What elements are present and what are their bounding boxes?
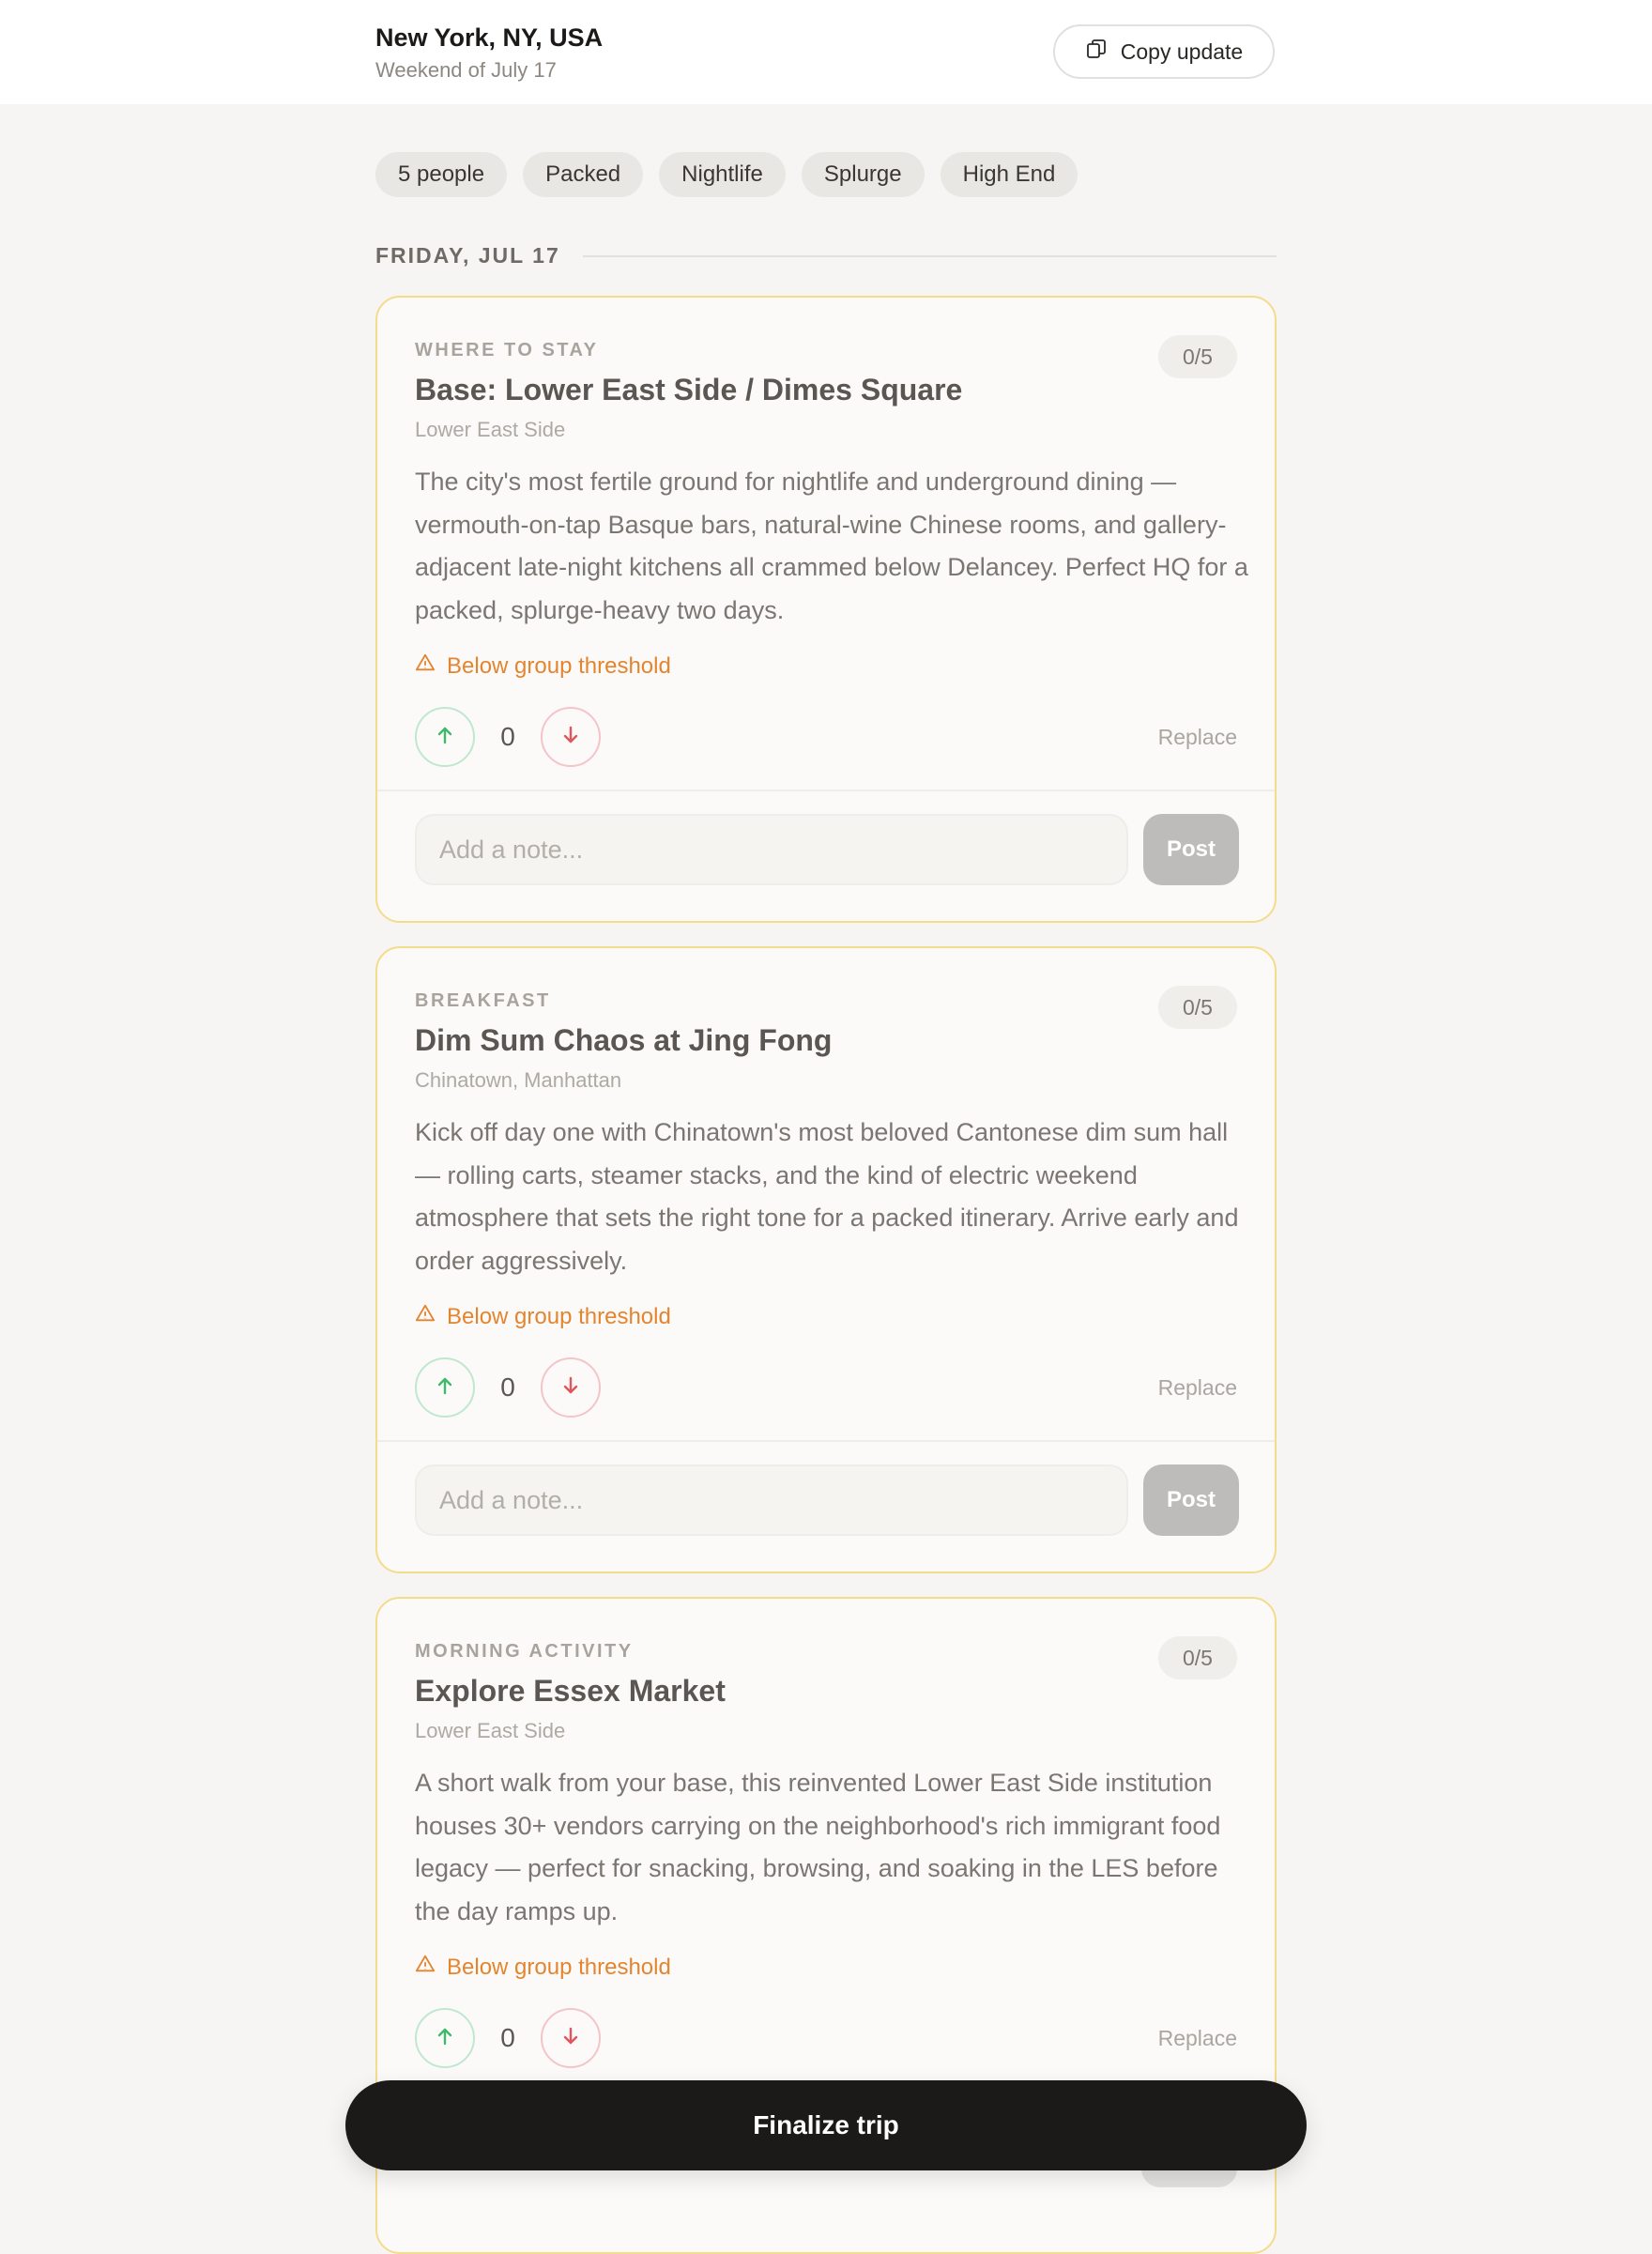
- card-category: WHERE TO STAY: [415, 340, 599, 360]
- day-header: FRIDAY, JUL 17: [375, 243, 1277, 268]
- warning-text: Below group threshold: [447, 1954, 671, 1980]
- card-description: Kick off day one with Chinatown's most b…: [415, 1118, 1239, 1275]
- vote-controls: 0: [415, 1357, 601, 1418]
- approval-count-badge: 0/5: [1158, 1636, 1237, 1679]
- upvote-button[interactable]: [415, 2008, 475, 2068]
- itinerary-card: BREAKFAST 0/5 Dim Sum Chaos at Jing Fong…: [375, 946, 1277, 1573]
- downvote-button[interactable]: [541, 2008, 601, 2068]
- upvote-button[interactable]: [415, 707, 475, 767]
- card-divider: [377, 790, 1275, 791]
- threshold-warning: Below group threshold: [415, 652, 671, 680]
- approval-count-badge: 0/5: [1158, 335, 1237, 378]
- arrow-down-icon: [559, 1374, 582, 1402]
- card-neighborhood: Chinatown, Manhattan: [415, 1068, 622, 1092]
- warning-text: Below group threshold: [447, 1303, 671, 1329]
- approval-count-badge: 0/5: [1158, 986, 1237, 1029]
- note-input[interactable]: [415, 1464, 1128, 1536]
- tag-pace: Packed: [523, 152, 644, 197]
- arrow-up-icon: [434, 724, 456, 751]
- tag-group-size: 5 people: [375, 152, 508, 197]
- day-divider: [582, 254, 1277, 257]
- downvote-button[interactable]: [541, 707, 601, 767]
- finalize-trip-button[interactable]: Finalize trip: [345, 2080, 1307, 2170]
- card-description: The city's most fertile ground for night…: [415, 468, 1248, 624]
- header: New York, NY, USA Weekend of July 17 Cop…: [0, 0, 1652, 104]
- warning-triangle-icon: [415, 652, 436, 680]
- post-note-button[interactable]: Post: [1143, 1464, 1239, 1536]
- arrow-down-icon: [559, 724, 582, 751]
- card-divider: [377, 1440, 1275, 1442]
- card-title: Base: Lower East Side / Dimes Square: [415, 373, 963, 406]
- threshold-warning: Below group threshold: [415, 1303, 671, 1330]
- upvote-button[interactable]: [415, 1357, 475, 1418]
- card-description: A short walk from your base, this reinve…: [415, 1769, 1221, 1925]
- threshold-warning: Below group threshold: [415, 1954, 671, 1981]
- copy-icon: [1085, 38, 1108, 66]
- trip-tags: 5 people Packed Nightlife Splurge High E…: [375, 152, 1078, 197]
- trip-location: New York, NY, USA: [375, 23, 604, 52]
- tag-interest: Nightlife: [659, 152, 786, 197]
- warning-triangle-icon: [415, 1954, 436, 1981]
- itinerary-card: WHERE TO STAY 0/5 Base: Lower East Side …: [375, 296, 1277, 923]
- vote-controls: 0: [415, 707, 601, 767]
- card-category: BREAKFAST: [415, 990, 551, 1011]
- vote-count: 0: [500, 2023, 515, 2052]
- vote-count: 0: [500, 1372, 515, 1402]
- warning-text: Below group threshold: [447, 652, 671, 679]
- arrow-down-icon: [559, 2025, 582, 2052]
- vote-controls: 0: [415, 2008, 601, 2068]
- card-neighborhood: Lower East Side: [415, 1719, 566, 1742]
- replace-link[interactable]: Replace: [1158, 1375, 1237, 1401]
- note-input[interactable]: [415, 814, 1128, 885]
- card-category: MORNING ACTIVITY: [415, 1641, 634, 1662]
- replace-link[interactable]: Replace: [1158, 725, 1237, 750]
- card-title: Dim Sum Chaos at Jing Fong: [415, 1023, 833, 1057]
- replace-link[interactable]: Replace: [1158, 2026, 1237, 2051]
- trip-dates: Weekend of July 17: [375, 58, 557, 82]
- vote-count: 0: [500, 722, 515, 751]
- tag-budget: Splurge: [801, 152, 925, 197]
- card-neighborhood: Lower East Side: [415, 418, 566, 441]
- downvote-button[interactable]: [541, 1357, 601, 1418]
- arrow-up-icon: [434, 2025, 456, 2052]
- copy-update-label: Copy update: [1120, 38, 1244, 64]
- day-label: FRIDAY, JUL 17: [375, 243, 560, 268]
- warning-triangle-icon: [415, 1303, 436, 1330]
- card-title: Explore Essex Market: [415, 1674, 726, 1708]
- post-note-button[interactable]: Post: [1143, 814, 1239, 885]
- arrow-up-icon: [434, 1374, 456, 1402]
- tag-style: High End: [940, 152, 1078, 197]
- copy-update-button[interactable]: Copy update: [1053, 24, 1275, 79]
